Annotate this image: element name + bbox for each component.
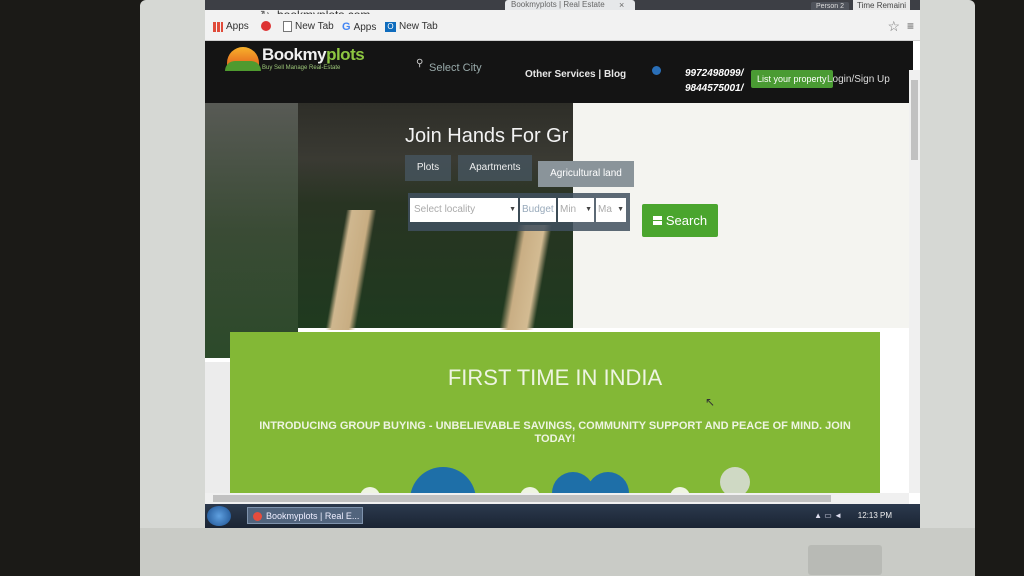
close-icon[interactable]: × [619, 0, 624, 10]
apps-grid-icon [213, 21, 223, 32]
min-budget-select[interactable]: Min ▼ [558, 198, 594, 222]
site-logo[interactable]: Bookmyplots [262, 45, 365, 65]
bookmark-google-apps[interactable]: G Apps [342, 21, 376, 33]
bookmark-outlook-new-tab[interactable]: O New Tab [385, 21, 438, 32]
logo-hill-icon [225, 61, 261, 71]
bookmark-apps[interactable]: Apps [213, 21, 249, 32]
search-button[interactable]: Search [642, 204, 718, 237]
chrome-icon[interactable] [261, 21, 271, 31]
hero-image-edge [205, 103, 298, 358]
bookmark-star-icon[interactable]: ☆ [887, 18, 900, 35]
group-buying-banner: FIRST TIME IN INDIA INTRODUCING GROUP BU… [230, 332, 880, 528]
locality-select[interactable]: Select locality ▼ [410, 198, 518, 222]
logo-tagline: Buy Sell Manage Real-Estate [262, 65, 341, 71]
taskbar-window-label: Bookmyplots | Real E... [266, 511, 360, 521]
hero-title: Join Hands For Gr [405, 125, 569, 147]
chevron-down-icon: ▼ [509, 206, 516, 213]
outlook-icon: O [385, 21, 396, 32]
login-signup-link[interactable]: Login/Sign Up [827, 74, 890, 85]
mouse-cursor-icon: ↖ [705, 395, 716, 409]
max-placeholder: Ma [598, 204, 612, 215]
monitor-screen: Bookmyplots | Real Estate × Person 2 Tim… [205, 0, 920, 528]
banner-subtitle: INTRODUCING GROUP BUYING - UNBELIEVABLE … [259, 420, 851, 445]
bookmark-label: New Tab [399, 21, 438, 32]
horizontal-scroll-thumb[interactable] [213, 495, 831, 502]
bookmark-new-tab[interactable]: New Tab [283, 21, 334, 32]
chevron-down-icon: ▼ [585, 206, 592, 213]
start-button[interactable] [207, 506, 231, 526]
taskbar-window-button[interactable]: Bookmyplots | Real E... [247, 507, 363, 524]
chrome-icon [253, 512, 262, 521]
globe-icon [652, 66, 661, 75]
menu-icon[interactable]: ≡ [907, 19, 914, 33]
budget-label: Budget [520, 198, 556, 222]
logo-accent-text: plots [326, 45, 365, 64]
phone-numbers: 9972498099/ 9844575001/ [685, 66, 743, 96]
hero-road-image [300, 210, 395, 330]
logo-main-text: Bookmy [262, 45, 327, 64]
bookmark-label: Apps [226, 21, 249, 32]
site-header: Bookmyplots Buy Sell Manage Real-Estate … [205, 41, 913, 103]
page-left-gutter [205, 362, 230, 502]
search-button-label: Search [665, 213, 708, 228]
banner-title: FIRST TIME IN INDIA [447, 365, 663, 390]
tab-plots[interactable]: Plots [405, 155, 451, 181]
chrome-logo-icon [261, 21, 271, 31]
browser-tab-title: Bookmyplots | Real Estate [511, 0, 605, 9]
phone-number: 9844575001/ [685, 83, 744, 94]
bookmarks-bar: Apps New Tab G Apps O New Tab ☆ ≡ [205, 14, 920, 41]
system-tray-icons[interactable]: ▲ ▭ ◄ [814, 511, 842, 520]
location-pin-icon: ⚲ [416, 58, 424, 69]
list-property-button[interactable]: List your property [751, 70, 833, 88]
hero-road-image [485, 225, 575, 330]
locality-placeholder: Select locality [414, 204, 476, 215]
tab-apartments[interactable]: Apartments [458, 155, 532, 181]
bookmark-label: New Tab [295, 21, 334, 32]
browser-tab[interactable]: Bookmyplots | Real Estate [505, 0, 635, 10]
min-placeholder: Min [560, 204, 577, 215]
vertical-scroll-thumb[interactable] [911, 80, 918, 160]
document-icon [283, 21, 292, 32]
monitor-button [808, 545, 882, 575]
bookmark-label: Apps [353, 21, 377, 33]
phone-number: 9972498099/ [685, 68, 744, 79]
taskbar-clock: 12:13 PM [857, 511, 892, 520]
windows-taskbar: Bookmyplots | Real E... ▲ ▭ ◄ 12:13 PM [205, 504, 920, 528]
google-icon: G [342, 21, 351, 33]
city-select[interactable]: Select City [429, 62, 482, 74]
chevron-down-icon: ▼ [617, 206, 624, 213]
grid-icon [652, 216, 662, 225]
tab-agricultural-land[interactable]: Agricultural land [538, 161, 634, 187]
services-blog-links[interactable]: Other Services | Blog [525, 69, 626, 80]
max-budget-select[interactable]: Ma ▼ [596, 198, 626, 222]
